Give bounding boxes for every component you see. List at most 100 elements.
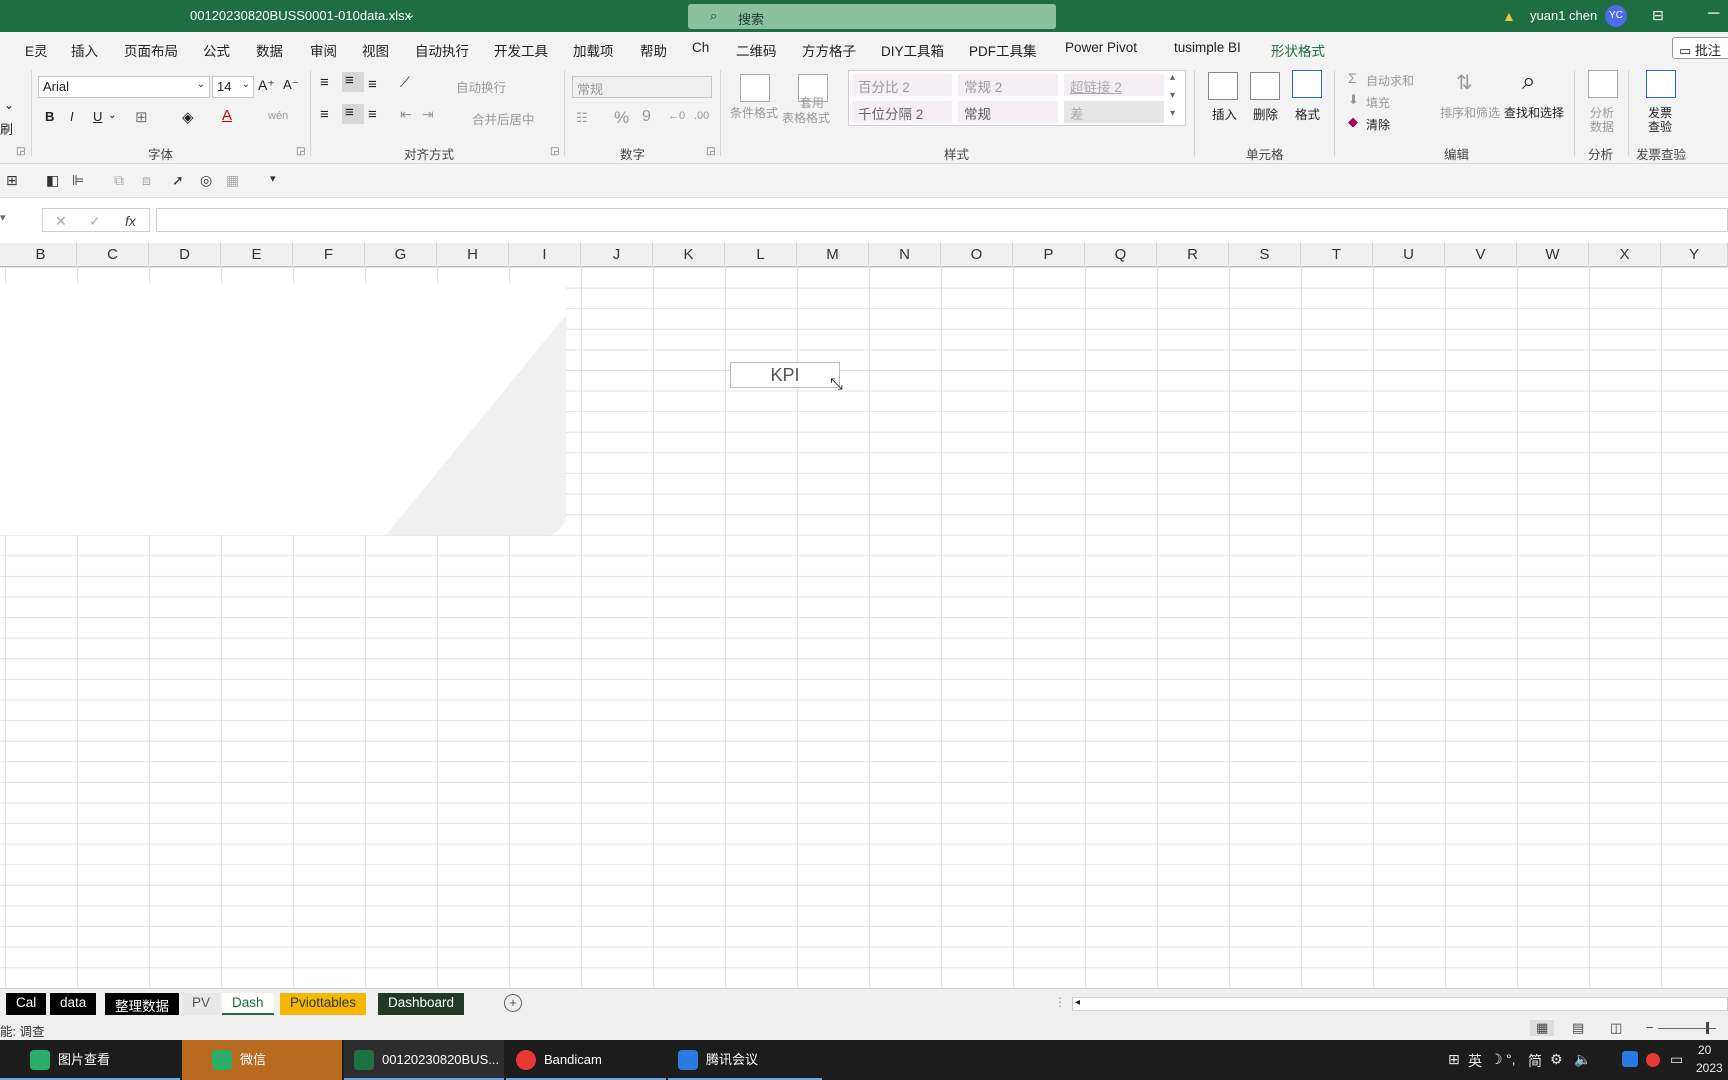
style-normal-2[interactable]: 常规 2: [958, 74, 1058, 96]
tab-automate[interactable]: 自动执行: [415, 40, 469, 60]
decrease-indent-icon[interactable]: ⇤: [400, 106, 412, 123]
analyze-data-icon[interactable]: [1588, 70, 1618, 98]
taskbar-item-wechat[interactable]: 微信: [182, 1040, 342, 1080]
invoice-line2[interactable]: 查验: [1648, 118, 1672, 135]
column-header[interactable]: X: [1589, 243, 1661, 267]
minimize-icon[interactable]: ─: [1708, 5, 1719, 23]
user-name[interactable]: yuan1 chen: [1530, 8, 1597, 23]
column-header[interactable]: M: [797, 243, 869, 267]
sort-filter-icon[interactable]: ⇅: [1456, 70, 1473, 95]
ribbon-display-icon[interactable]: ⊟: [1652, 7, 1664, 24]
table-icon[interactable]: ⊞: [6, 172, 18, 189]
layout-icon[interactable]: ◧: [46, 172, 59, 189]
taskbar-item-tencent-meeting[interactable]: 腾讯会议: [668, 1040, 822, 1080]
tab-diy-toolbox[interactable]: DIY工具箱: [881, 40, 944, 60]
column-header[interactable]: O: [941, 243, 1013, 267]
column-header[interactable]: S: [1229, 243, 1301, 267]
column-header[interactable]: H: [437, 243, 509, 267]
decrease-decimal-icon[interactable]: .00: [694, 110, 709, 122]
fill-button[interactable]: 填充: [1366, 94, 1390, 111]
column-header[interactable]: B: [5, 243, 77, 267]
bold-button[interactable]: B: [45, 109, 54, 124]
comments-button[interactable]: ▭ 批注: [1672, 37, 1728, 59]
delete-cells-icon[interactable]: [1250, 72, 1280, 100]
page-break-view-icon[interactable]: ◫: [1610, 1020, 1622, 1036]
column-header[interactable]: V: [1445, 243, 1517, 267]
align-bottom-icon[interactable]: ≡: [368, 76, 377, 93]
column-header[interactable]: J: [581, 243, 653, 267]
tab-page-layout[interactable]: 页面布局: [124, 40, 178, 60]
column-header[interactable]: P: [1013, 243, 1085, 267]
conditional-format-icon[interactable]: [740, 74, 770, 102]
sheet-tab-cal[interactable]: Cal: [6, 993, 47, 1015]
align-objects-icon[interactable]: ⊫: [72, 172, 84, 189]
file-name[interactable]: 00120230820BUSS0001-010data.xlsx: [190, 8, 411, 23]
column-header[interactable]: F: [293, 243, 365, 267]
warning-icon[interactable]: ▲: [1502, 8, 1516, 24]
column-header[interactable]: Y: [1661, 243, 1728, 267]
punctuation-icon[interactable]: °,: [1506, 1051, 1516, 1067]
clock-date[interactable]: 2023: [1696, 1061, 1723, 1075]
style-comma-2[interactable]: 千位分隔 2: [852, 101, 952, 123]
column-header[interactable]: D: [149, 243, 221, 267]
increase-decimal-icon[interactable]: ←0: [668, 110, 685, 122]
conditional-format-button[interactable]: 条件格式: [730, 104, 778, 121]
grid-icon[interactable]: ▦: [226, 172, 239, 189]
fill-icon[interactable]: ⬇: [1348, 92, 1359, 108]
ime-grid-icon[interactable]: ⊞: [1448, 1051, 1460, 1068]
column-header[interactable]: C: [77, 243, 149, 267]
tab-eling[interactable]: E灵: [25, 40, 48, 60]
chevron-down-icon[interactable]: ⌄: [4, 98, 14, 112]
table-format-line2[interactable]: 表格格式: [782, 109, 830, 126]
tencent-meeting-tray-icon[interactable]: [1622, 1051, 1638, 1067]
scroll-left-icon[interactable]: ◂: [1075, 997, 1080, 1008]
avatar[interactable]: YC: [1605, 5, 1627, 27]
font-size-select[interactable]: 14 ⌄: [212, 76, 254, 98]
percent-button[interactable]: %: [614, 108, 629, 128]
moon-icon[interactable]: ☽: [1490, 1051, 1503, 1068]
column-header[interactable]: K: [653, 243, 725, 267]
settings-icon[interactable]: ⚙: [1550, 1051, 1563, 1068]
sort-filter-button[interactable]: 排序和筛选: [1440, 104, 1500, 121]
align-top-icon[interactable]: ≡: [320, 74, 329, 91]
dialog-launcher-icon[interactable]: ◲: [16, 146, 25, 157]
autosum-button[interactable]: 自动求和: [1366, 72, 1414, 89]
zoom-slider-thumb[interactable]: [1706, 1022, 1709, 1034]
search-box[interactable]: ⌕ 搜索: [688, 4, 1056, 29]
phonetic-icon[interactable]: wén: [268, 110, 288, 122]
decrease-font-icon[interactable]: A⁻: [283, 77, 299, 93]
column-header[interactable]: N: [869, 243, 941, 267]
delete-button[interactable]: 删除: [1253, 104, 1278, 123]
formula-input[interactable]: [156, 208, 1728, 232]
expand-gallery-icon[interactable]: ▾: [1170, 108, 1175, 119]
volume-icon[interactable]: 🔈: [1574, 1051, 1591, 1068]
tab-pdf-tools[interactable]: PDF工具集: [969, 40, 1037, 60]
input-language[interactable]: 英: [1468, 1051, 1482, 1071]
confirm-icon[interactable]: ✓: [89, 213, 101, 230]
style-percent-2[interactable]: 百分比 2: [852, 74, 952, 96]
scroll-down-icon[interactable]: ▾: [1170, 90, 1175, 101]
chevron-down-icon[interactable]: ▾: [0, 211, 6, 224]
zoom-out-icon[interactable]: −: [1646, 1020, 1654, 1035]
dashboard-shape[interactable]: [0, 283, 566, 535]
tab-addins[interactable]: 加载项: [573, 40, 614, 60]
border-icon[interactable]: ⊞: [135, 108, 148, 126]
tab-data[interactable]: 数据: [256, 40, 283, 60]
insert-button[interactable]: 插入: [1212, 104, 1237, 123]
chevron-down-icon[interactable]: ⌄: [406, 8, 415, 21]
number-format-select[interactable]: 常规: [572, 76, 712, 98]
align-center-icon[interactable]: ≡: [342, 104, 364, 124]
italic-button[interactable]: I: [70, 109, 74, 124]
tab-shape-format[interactable]: 形状格式: [1271, 40, 1325, 60]
tab-help[interactable]: 帮助: [640, 40, 667, 60]
column-header[interactable]: E: [221, 243, 293, 267]
style-normal[interactable]: 常规: [958, 101, 1058, 123]
clear-button[interactable]: 清除: [1366, 116, 1390, 133]
horizontal-scrollbar[interactable]: ◂: [1072, 997, 1728, 1011]
tab-insert[interactable]: 插入: [71, 40, 98, 60]
sheet-tab-dashboard[interactable]: Dashboard: [378, 993, 465, 1015]
normal-view-icon[interactable]: ▦: [1530, 1020, 1555, 1036]
tab-developer[interactable]: 开发工具: [494, 40, 548, 60]
currency-icon[interactable]: ☷: [576, 110, 588, 126]
font-name-select[interactable]: Arial ⌄: [38, 76, 210, 98]
